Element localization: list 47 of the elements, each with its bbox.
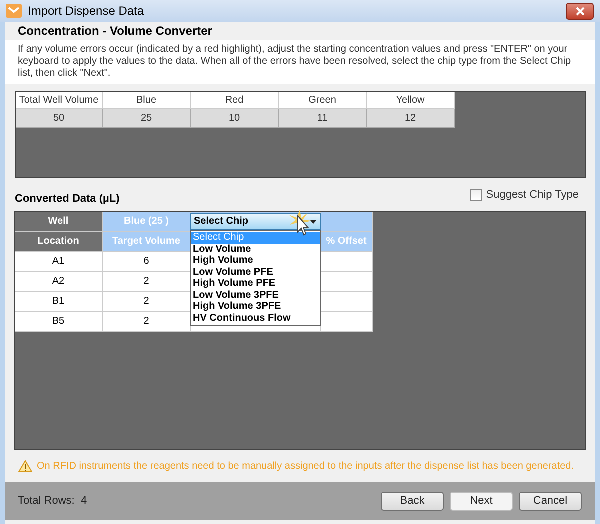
dropdown-option[interactable]: Low Volume <box>191 244 320 255</box>
dialog-button[interactable]: Next <box>450 492 513 510</box>
warning-icon <box>18 460 33 472</box>
dropdown-option[interactable]: HV Continuous Flow <box>191 312 320 324</box>
table-cell: 2 <box>103 292 191 312</box>
column-header: Green <box>279 92 367 109</box>
table-cell: 11 <box>279 109 367 128</box>
table-cell: 50 <box>16 109 103 128</box>
table-cell: A2 <box>15 272 103 292</box>
close-button[interactable] <box>566 2 594 20</box>
instructions-text: If any volume errors occur (indicated by a red highlight), adjust the starting concentration values and press "ENTER" on your keyboard to apply the values to the data. When all of the errors have been resolved, select the chip type from the Select Chip list, then click "Next". <box>18 44 572 80</box>
dropdown-option[interactable]: High Volume 3PFE <box>191 301 320 312</box>
column-header: Red <box>191 92 279 109</box>
total-rows-text: Total Rows: 4 <box>18 494 88 509</box>
section-title: Converted Data (µL) <box>15 192 120 207</box>
column-header: Yellow <box>367 92 455 109</box>
column-header: Blue <box>103 92 191 109</box>
caret-icon <box>310 220 317 224</box>
dialog-button[interactable]: Back <box>381 492 444 510</box>
column-header: Blue (25 ) <box>103 212 191 232</box>
column-header: Total Well Volume <box>16 92 103 109</box>
table-cell: 12 <box>367 109 455 128</box>
dropdown-option[interactable]: High Volume <box>191 255 320 266</box>
column-header: % Offset <box>321 232 373 252</box>
dropdown-option[interactable]: Low Volume PFE <box>191 266 320 278</box>
dropdown-option[interactable]: High Volume PFE <box>191 278 320 290</box>
dialog-button[interactable]: Cancel <box>519 492 582 510</box>
column-header: Location <box>15 232 103 252</box>
table-cell: 25 <box>103 109 191 128</box>
chip-dropdown[interactable]: Select Chip <box>190 213 321 230</box>
section-title: Concentration - Volume Converter <box>18 23 212 40</box>
table-cell: B5 <box>15 312 103 332</box>
table-cell: B1 <box>15 292 103 312</box>
dropdown-option[interactable]: Low Volume 3PFE <box>191 290 320 301</box>
close-icon <box>576 6 584 16</box>
table-cell: 6 <box>103 252 191 272</box>
table-cell: A1 <box>15 252 103 272</box>
column-header: Well <box>15 212 103 232</box>
window-title: Import Dispense Data <box>28 3 144 20</box>
app-icon <box>6 4 22 18</box>
warning-text: On RFID instruments the reagents need to be manually assigned to the inputs after the dispense list has been generated. <box>37 460 574 474</box>
column-header: Target Volume <box>103 232 191 252</box>
checkbox-label: Suggest Chip Type <box>486 188 579 203</box>
table-cell: 2 <box>103 312 191 332</box>
table-cell: 2 <box>103 272 191 292</box>
table-cell: 10 <box>191 109 279 128</box>
checkbox[interactable] <box>470 189 482 201</box>
